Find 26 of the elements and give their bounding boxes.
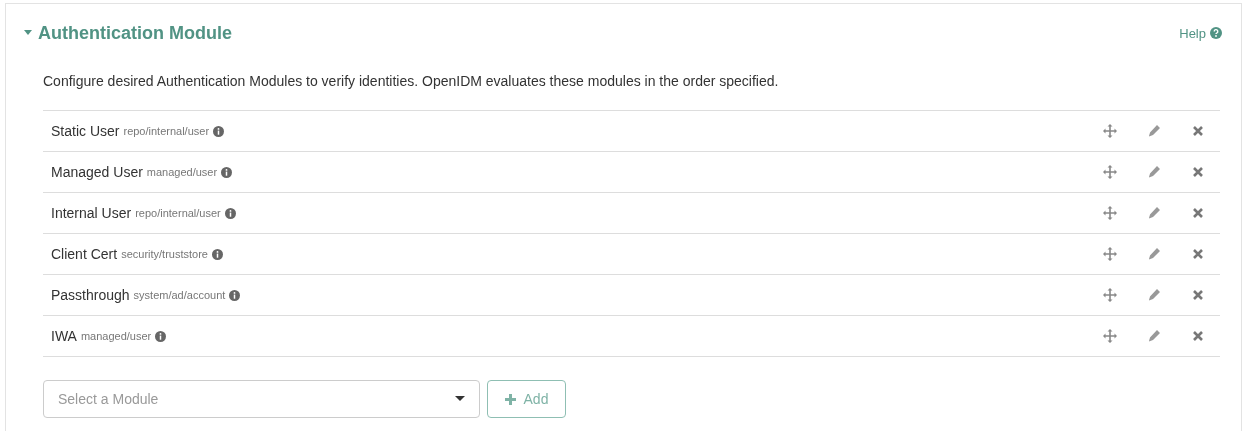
info-icon[interactable] [221,166,233,178]
help-icon [1210,27,1222,39]
module-path: repo/internal/user [135,207,221,219]
module-select[interactable]: Select a Module [43,380,480,418]
module-name: Managed User [51,164,143,180]
module-name: Client Cert [51,246,118,262]
module-path: security/truststore [121,248,208,260]
info-icon[interactable] [155,330,167,342]
info-icon[interactable] [229,289,241,301]
help-link[interactable]: Help [1179,25,1222,41]
module-path: managed/user [80,330,152,342]
description-text: Configure desired Authentication Modules to verify identities. OpenIDM evaluates these modules in the order specified. [43,72,780,90]
info-icon[interactable] [211,248,223,260]
info-icon[interactable] [224,207,236,219]
module-name: Internal User [51,205,132,221]
module-path: managed/user [146,166,218,178]
module-path: system/ad/account [133,289,226,301]
module-name: Passthrough [51,287,130,303]
add-button[interactable]: Add [487,380,566,418]
module-name: Static User [51,123,120,139]
module-path: repo/internal/user [123,125,210,137]
module-name: IWA [51,328,77,344]
plus-icon[interactable] [504,393,516,405]
panel-title[interactable]: Authentication Module [38,22,232,44]
caret-down-icon[interactable] [455,396,465,402]
info-icon[interactable] [213,125,225,137]
